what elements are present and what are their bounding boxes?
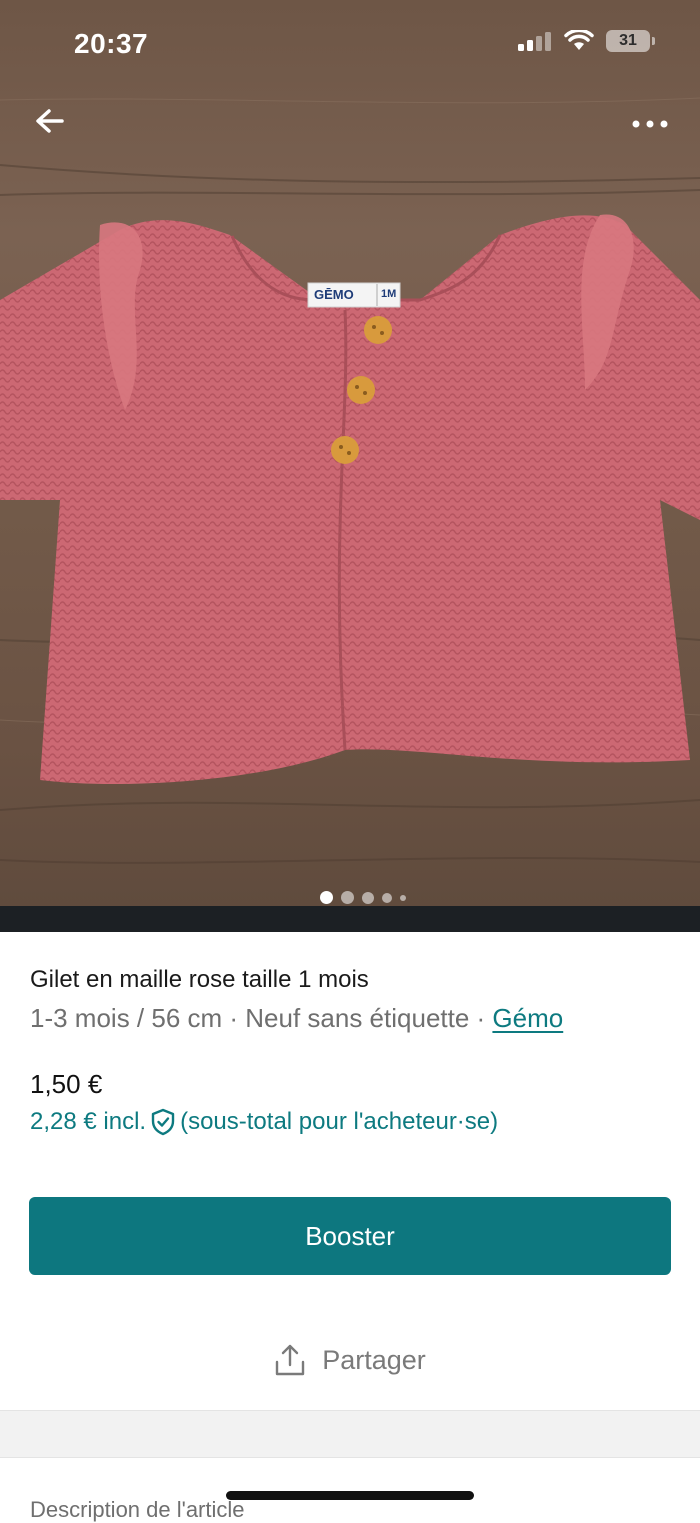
- description-heading: Description de l'article: [30, 1497, 245, 1522]
- item-price: 1,50 €: [30, 1069, 103, 1099]
- photo-bottom-strip: [0, 906, 700, 932]
- gallery-dot[interactable]: [362, 891, 374, 904]
- item-details-text: 1-3 mois / 56 cm · Neuf sans étiquette ·: [30, 1003, 493, 1033]
- brand-link[interactable]: Gémo: [492, 1003, 563, 1033]
- more-horizontal-icon: [632, 120, 668, 128]
- gallery-dot[interactable]: [320, 891, 333, 904]
- gallery-dot[interactable]: [341, 891, 354, 904]
- garment-label-size: 1M: [381, 288, 397, 300]
- price-with-protection[interactable]: 2,28 € incl. (sous-total pour l'acheteur…: [30, 1108, 498, 1136]
- battery-icon: 31: [606, 30, 655, 52]
- gallery-pagination[interactable]: [320, 891, 406, 904]
- arrow-left-icon: [36, 109, 64, 133]
- shield-check-icon: [151, 1108, 175, 1136]
- item-title: Gilet en maille rose taille 1 mois: [30, 966, 369, 993]
- share-label: Partager: [322, 1344, 426, 1375]
- status-time: 20:37: [74, 28, 149, 59]
- share-button[interactable]: Partager: [0, 1330, 700, 1390]
- item-photo-gallery[interactable]: GĒMO 1M: [0, 0, 700, 932]
- more-options-button[interactable]: [624, 104, 676, 144]
- wifi-icon: [564, 30, 594, 50]
- garment-label-brand: GĒMO: [314, 287, 354, 302]
- cellular-signal-icon: [518, 32, 551, 51]
- price-incl-note: (sous-total pour l'acheteur·se): [180, 1108, 499, 1135]
- status-icons: 31: [518, 30, 655, 52]
- price-incl-amount: 2,28 € incl.: [30, 1108, 147, 1135]
- item-details: 1-3 mois / 56 cm · Neuf sans étiquette ·…: [30, 1003, 563, 1034]
- gallery-dot[interactable]: [382, 892, 392, 903]
- home-indicator[interactable]: [226, 1491, 474, 1500]
- share-icon: [276, 1344, 305, 1376]
- cardigan-photo: [0, 97, 700, 864]
- gallery-dot[interactable]: [400, 894, 406, 901]
- booster-button[interactable]: Booster: [29, 1197, 671, 1275]
- back-button[interactable]: [28, 100, 72, 144]
- section-divider: [0, 1410, 700, 1458]
